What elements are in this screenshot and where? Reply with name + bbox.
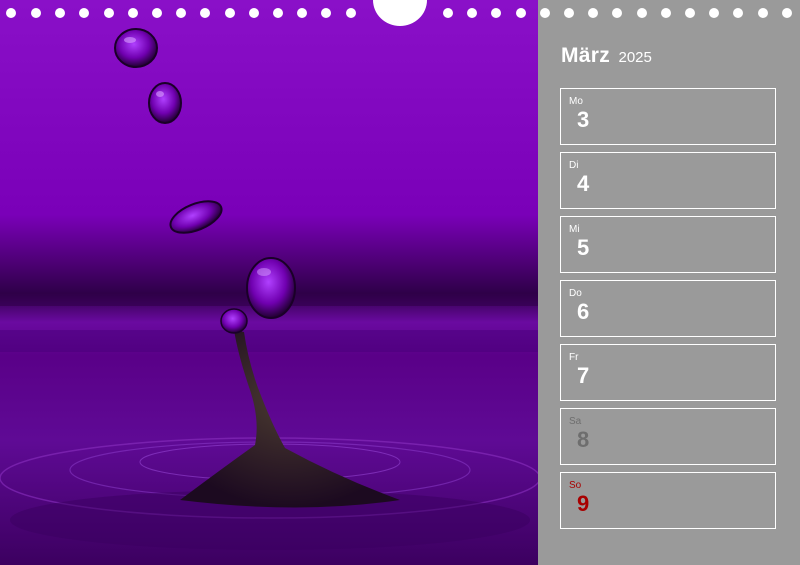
month-title: März 2025 (561, 44, 652, 68)
weekday-label: Mi (569, 224, 580, 235)
day-cell-thursday: Do 6 (560, 280, 776, 337)
day-cell-saturday: Sa 8 (560, 408, 776, 465)
weekday-label: Sa (569, 416, 582, 427)
day-number: 4 (577, 171, 590, 196)
day-number: 6 (577, 299, 590, 324)
day-cell-friday: Fr 7 (560, 344, 776, 401)
month-name: März (561, 44, 611, 67)
day-cell-wednesday: Mi 5 (560, 216, 776, 273)
day-number: 8 (577, 427, 590, 452)
year-label: 2025 (618, 49, 652, 66)
day-number: 5 (577, 235, 590, 260)
water-drop-photo (0, 0, 538, 565)
day-cell-sunday: So 9 (560, 472, 776, 529)
water-drop-photo-art (0, 0, 538, 565)
day-cell-monday: Mo 3 (560, 88, 776, 145)
weekday-label: Do (569, 288, 582, 299)
day-number: 3 (577, 107, 590, 132)
weekday-label: Di (569, 160, 579, 171)
weekday-label: Mo (569, 96, 583, 107)
day-number: 9 (577, 491, 590, 516)
day-number: 7 (577, 363, 590, 388)
weekday-label: Fr (569, 352, 579, 363)
day-cell-tuesday: Di 4 (560, 152, 776, 209)
weekday-label: So (569, 480, 582, 491)
